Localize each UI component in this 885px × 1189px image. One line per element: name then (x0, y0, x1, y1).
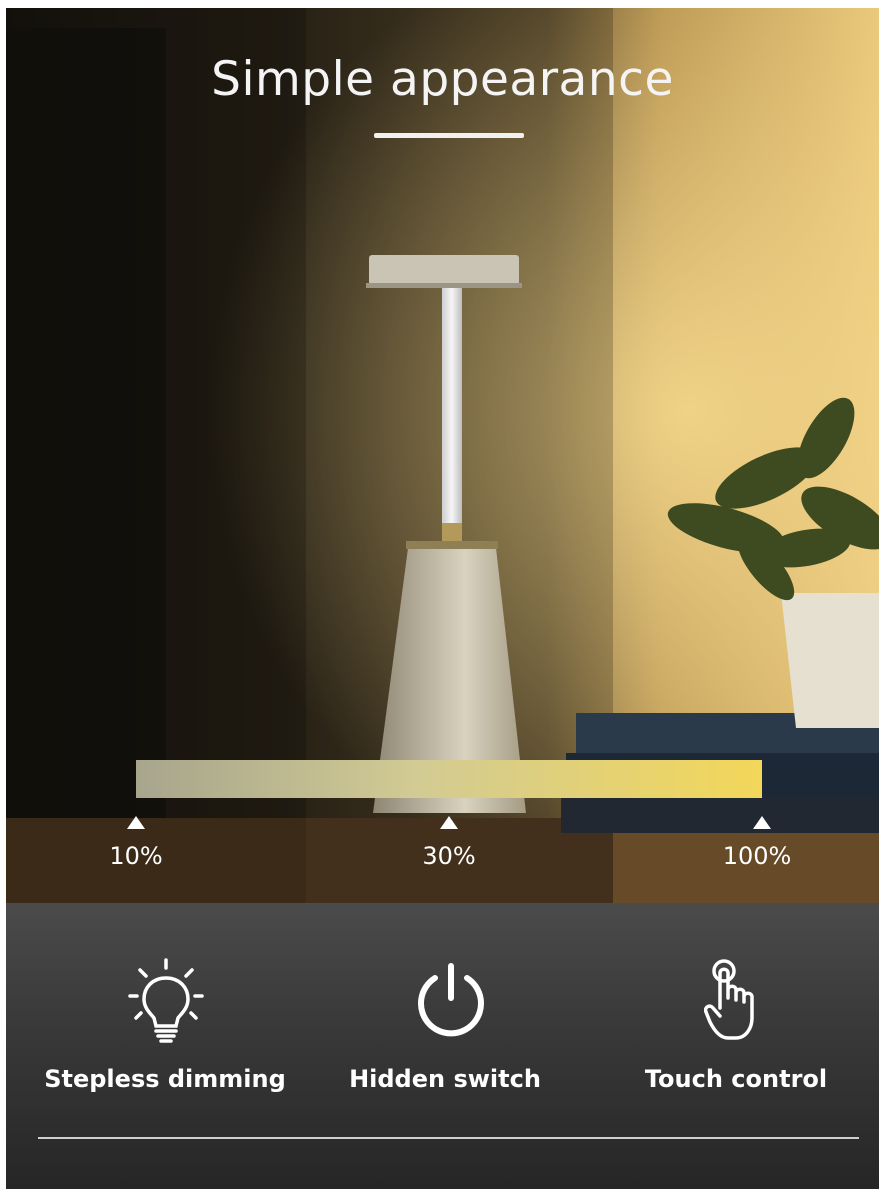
product-frame: Simple appearance 10% 30% 100% Stepless … (0, 0, 885, 1189)
marker-100 (753, 816, 771, 829)
page-title: Simple appearance (211, 52, 674, 107)
marker-10 (127, 816, 145, 829)
level-label-10: 10% (109, 842, 163, 870)
features-panel (6, 903, 879, 1189)
feature-stepless-dimming: Stepless dimming (44, 1065, 286, 1093)
title-underline (374, 133, 524, 138)
touch-hand-icon (704, 959, 754, 1040)
level-label-30: 30% (422, 842, 476, 870)
dimming-gradient-bar (136, 760, 762, 798)
power-icon (418, 963, 484, 1037)
level-label-100: 100% (722, 842, 792, 870)
feature-hidden-switch: Hidden switch (349, 1065, 541, 1093)
marker-30 (440, 816, 458, 829)
bulb-icon (128, 958, 204, 1043)
feature-touch-control: Touch control (644, 1065, 828, 1093)
bottom-divider (38, 1137, 859, 1139)
